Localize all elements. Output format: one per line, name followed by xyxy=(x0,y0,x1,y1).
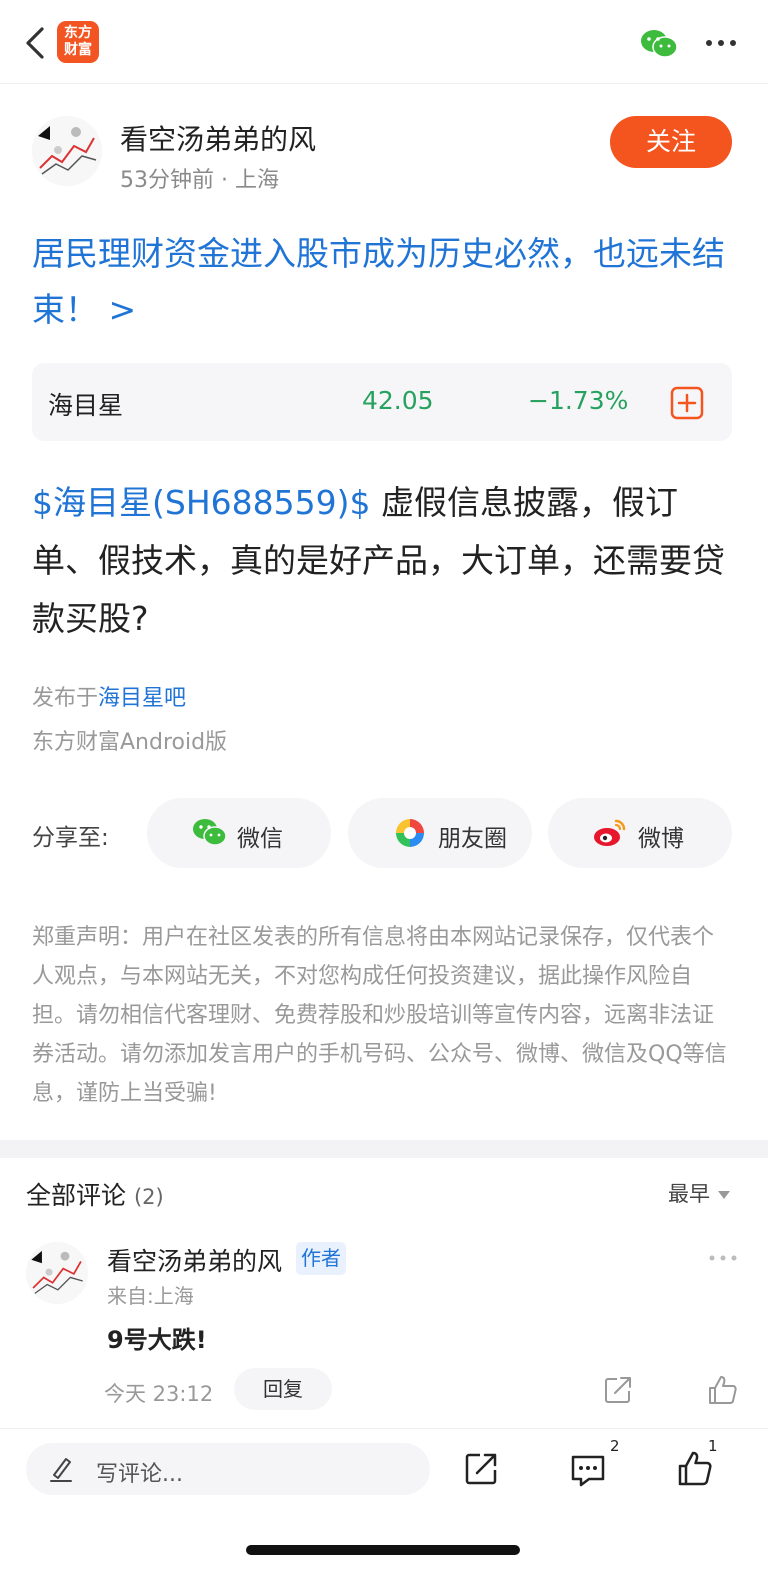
comment-location: 来自:上海 xyxy=(107,1284,194,1308)
pencil-icon xyxy=(50,1458,72,1482)
moments-icon xyxy=(396,819,424,847)
stock-price: 42.05 xyxy=(362,386,434,415)
author-name[interactable]: 看空汤弟弟的风 xyxy=(120,118,316,158)
wechat-icon xyxy=(193,819,227,846)
write-comment-placeholder: 写评论... xyxy=(96,1462,183,1487)
like-count-badge: 1 xyxy=(708,1437,718,1455)
published-prefix: 发布于 xyxy=(32,686,99,711)
section-divider xyxy=(0,1140,768,1158)
comment-count-badge: 2 xyxy=(610,1437,620,1455)
comment-time: 今天 23:12 xyxy=(104,1382,214,1406)
post-body: $海目星(SH688559)$ 虚假信息披露，假订单、假技术，真的是好产品，大订… xyxy=(32,474,738,648)
reply-button[interactable]: 回复 xyxy=(234,1368,332,1410)
share-wechat-label: 微信 xyxy=(237,826,283,852)
share-wechat-button[interactable]: 微信 xyxy=(147,798,331,868)
more-icon[interactable] xyxy=(705,37,737,49)
author-row: 看空汤弟弟的风 53分钟前 · 上海 关注 xyxy=(32,116,732,193)
add-watchlist-icon[interactable] xyxy=(670,386,704,420)
post-meta: 53分钟前 · 上海 xyxy=(120,168,279,193)
share-icon[interactable] xyxy=(603,1375,633,1405)
avatar[interactable] xyxy=(32,116,102,186)
comments-title-label: 全部评论 xyxy=(26,1181,127,1210)
share-weibo-label: 微博 xyxy=(638,826,684,852)
stock-name: 海目星 xyxy=(48,391,124,420)
comments-count: (2) xyxy=(133,1185,164,1209)
app-logo: 东方 财富 xyxy=(57,21,99,63)
author-badge: 作者 xyxy=(296,1242,346,1275)
share-icon[interactable] xyxy=(463,1451,499,1487)
avatar-image xyxy=(32,116,102,186)
top-bar: 东方 财富 xyxy=(0,0,768,84)
logo-line-2: 财富 xyxy=(64,42,92,58)
logo-line-1: 东方 xyxy=(64,25,92,41)
comment-icon[interactable] xyxy=(569,1451,607,1489)
share-moments-label: 朋友圈 xyxy=(438,826,507,852)
home-indicator xyxy=(246,1545,520,1555)
stock-tag-link[interactable]: $海目星(SH688559)$ xyxy=(32,483,370,522)
share-weibo-button[interactable]: 微博 xyxy=(548,798,732,868)
stock-change: −1.73% xyxy=(528,386,629,415)
comment-text: 9号大跌! xyxy=(107,1326,207,1354)
follow-button[interactable]: 关注 xyxy=(610,116,732,168)
sort-label: 最早 xyxy=(668,1182,710,1206)
comment-avatar[interactable] xyxy=(26,1242,88,1304)
post-headline[interactable]: 居民理财资金进入股市成为历史必然，也远未结束！ > xyxy=(32,226,738,338)
chevron-down-icon xyxy=(718,1191,730,1199)
comment-more-icon[interactable] xyxy=(708,1253,738,1263)
avatar-image xyxy=(26,1242,88,1304)
published-in: 发布于海目星吧 xyxy=(32,680,186,712)
share-moments-button[interactable]: 朋友圈 xyxy=(348,798,532,868)
like-icon[interactable] xyxy=(707,1374,739,1406)
weibo-icon xyxy=(594,819,626,846)
client-label: 东方财富Android版 xyxy=(32,730,228,755)
back-icon[interactable] xyxy=(22,26,50,60)
write-comment-input[interactable]: 写评论... xyxy=(26,1443,430,1495)
comment-author[interactable]: 看空汤弟弟的风 xyxy=(107,1242,282,1278)
forum-link[interactable]: 海目星吧 xyxy=(98,686,186,711)
sort-dropdown[interactable]: 最早 xyxy=(668,1178,730,1208)
disclaimer: 郑重声明：用户在社区发表的所有信息将由本网站记录保存，仅代表个人观点，与本网站无… xyxy=(32,925,727,1106)
bottom-bar: 写评论... 2 1 xyxy=(0,1428,768,1576)
comments-title: 全部评论 (2) xyxy=(26,1176,164,1212)
stock-card[interactable]: 海目星 42.05 −1.73% xyxy=(32,363,732,441)
share-label: 分享至: xyxy=(32,825,109,851)
wechat-icon[interactable] xyxy=(640,29,678,59)
